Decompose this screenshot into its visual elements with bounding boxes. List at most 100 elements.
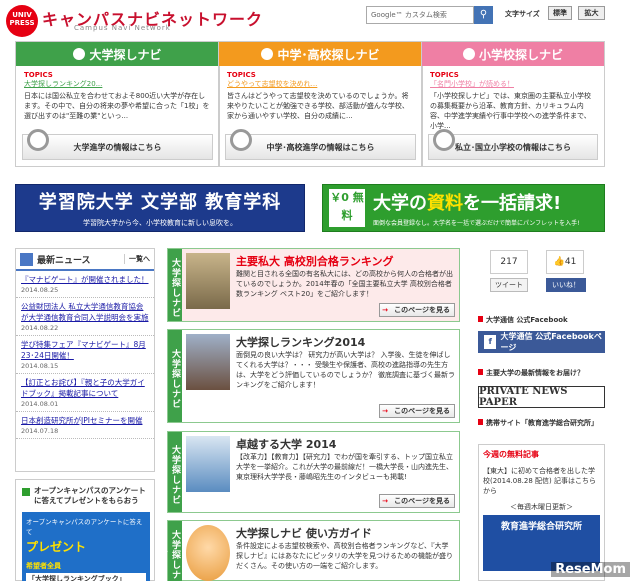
topic-body: 日本には国公私立を合わせておよそ800近い大学が存在します。その中で、自分の将来… — [24, 92, 210, 120]
news-text[interactable]: 学び特集フェア『マナビゲート』8月23･24日開催！ — [21, 339, 149, 361]
news-text[interactable]: 【訂正とお詫び】『親と子の大学ガイドブック』掲載記事について — [21, 377, 149, 399]
card-body: 条件設定による志望校検索や、高校別合格者ランキングなど、『大学探しナビ』にはあな… — [236, 542, 453, 570]
university-info-button[interactable]: 大学進学の情報はこちら — [22, 129, 213, 160]
button-label: 大学進学の情報はこちら — [73, 142, 162, 152]
button-label: 中学･高校進学の情報はこちら — [266, 142, 375, 152]
mascot-image — [186, 525, 230, 581]
see-page-button[interactable]: このページを見る — [379, 494, 455, 508]
mobile-section: 携帯サイト「教育進学総合研究所」 — [478, 418, 605, 428]
brochure-request-banner[interactable]: ￥0 無料 大学の資料を一括請求! 面倒な会員登録なし。大学名を一括で選ぶだけで… — [322, 184, 605, 232]
font-size-label: 文字サイズ — [505, 10, 540, 18]
tweet-button[interactable]: ツイート — [490, 278, 528, 292]
magnifier-icon — [230, 129, 252, 151]
face-icon — [462, 48, 475, 60]
site-logo-subtitle: Campus Navi Network — [74, 24, 171, 32]
panel-highschool-header[interactable]: 中学･高校探しナビ — [219, 42, 422, 66]
search-input[interactable]: Google™ カスタム検索 — [366, 6, 474, 24]
card-title[interactable]: 大学探しナビ 使い方ガイド — [236, 525, 372, 541]
private-news-paper-banner[interactable]: PRIVATE NEWS PAPER — [478, 386, 605, 408]
update-note: ＜毎週木曜日更新＞ — [510, 503, 573, 511]
ad-line: 希望者全員 — [26, 562, 61, 570]
campaign-ad[interactable]: オープンキャンパスのアンケートに答えて プレゼント 希望者全員 「大学探しランキ… — [22, 512, 150, 581]
watermark-logo: ReseMom — [551, 562, 630, 577]
banner-title-a: 大学の — [373, 193, 427, 214]
feature-card: 大学探しナビ 大学探しナビ 使い方ガイド 条件設定による志望校検索や、高校別合格… — [157, 520, 460, 581]
see-page-button[interactable]: このページを見る — [379, 404, 455, 418]
news-header: 最新ニュース 一覧へ — [16, 249, 154, 271]
topic-body: 皆さんはどうやって志望校を決めているのでしょうか。将来やりたいことが勉強できる学… — [227, 92, 409, 120]
news-more-link[interactable]: 一覧へ — [124, 254, 150, 264]
panel-university-header[interactable]: 大学探しナビ — [16, 42, 219, 66]
topic-body: 「小学校探しナビ」では、東京圏の主要私立小学校の募集概要から沿革、教育方針、カリ… — [430, 92, 591, 130]
free-article-text[interactable]: 【東大】に初めて合格者を出した学校(2014.08.28 配信) 記事はこちらか… — [483, 466, 600, 496]
search-icon: ⚲ — [479, 9, 488, 20]
like-count: 👍41 — [546, 250, 584, 274]
vertical-tab[interactable]: 大学探しナビ — [168, 432, 182, 512]
thumbnail-image — [186, 334, 230, 390]
facebook-section: 大学通信 公式Facebook f 大学通信 公式Facebookページ — [478, 315, 605, 353]
news-date: 2014.07.18 — [21, 427, 59, 435]
card-title[interactable]: 主要私大 高校別合格ランキング — [236, 253, 394, 269]
vertical-tab[interactable]: 大学探しナビ — [157, 521, 182, 581]
topics-label: TOPICS — [227, 71, 256, 79]
news-title: 最新ニュース — [37, 255, 91, 266]
news-item[interactable]: 日本創造研究所がJPIセミナーを開催 2014.07.18 — [16, 412, 154, 439]
news-date: 2014.08.15 — [21, 362, 59, 370]
news-text[interactable]: 日本創造研究所がJPIセミナーを開催 — [21, 415, 149, 426]
topic-link[interactable]: 「名門小学校」が読める！ — [422, 79, 604, 89]
banner-title-c: を一括請求! — [463, 193, 562, 214]
elementary-info-button[interactable]: 私立･国立小学校の情報はこちら — [428, 129, 598, 160]
see-page-button[interactable]: このページを見る — [379, 303, 455, 317]
free-article-box: 今週の無料記事 【東大】に初めて合格者を出した学校(2014.08.28 配信)… — [478, 444, 605, 581]
banner-title: 学習院大学 文学部 教育学科 — [38, 192, 282, 213]
open-campus-campaign: オープンキャンパスのアンケートに答えてプレゼントをもらおう オープンキャンパスの… — [15, 479, 155, 581]
section-heading: 携帯サイト「教育進学総合研究所」 — [478, 418, 605, 428]
ad-line: オープンキャンパスのアンケートに答えて — [26, 518, 143, 536]
like-count-value: 41 — [564, 257, 577, 267]
banner-label: 大学通信 公式Facebookページ — [500, 332, 602, 352]
news-item[interactable]: 学び特集フェア『マナビゲート』8月23･24日開催！ 2014.08.15 — [16, 336, 154, 374]
magnifier-icon — [27, 129, 49, 151]
thumbnail-image — [186, 253, 230, 309]
magnifier-icon — [433, 129, 455, 151]
vertical-tab[interactable]: 大学探しナビ — [168, 330, 182, 422]
topic-link[interactable]: どうやって志望校を決めれ... — [219, 79, 422, 89]
font-standard-button[interactable]: 標準 — [548, 6, 572, 20]
free-badge: ￥0 無料 — [329, 189, 365, 227]
thumbs-up-icon: 👍 — [553, 257, 565, 267]
card-body: 面倒見の良い大学は？ 研究力が高い大学は？ 入学後、生徒を伸ばしてくれる大学は？… — [236, 351, 456, 389]
facebook-page-banner[interactable]: f 大学通信 公式Facebookページ — [478, 331, 605, 353]
card-title[interactable]: 卓越する大学 2014 — [236, 436, 336, 452]
news-text[interactable]: 『マナビゲート』が開催されました！ — [21, 274, 149, 285]
panel-university: 大学探しナビ TOPICS 大学探しランキング20... 日本には国公私立を合わ… — [15, 41, 220, 167]
card-body: 【改革力】【教育力】【研究力】でわが国を牽引する、トップ国立私立大学を一挙紹介。… — [236, 453, 453, 481]
face-icon — [261, 48, 274, 60]
panel-elementary: 小学校探しナビ TOPICS 「名門小学校」が読める！ 「小学校探しナビ」では、… — [421, 41, 605, 167]
panel-elementary-header[interactable]: 小学校探しナビ — [422, 42, 604, 66]
font-large-button[interactable]: 拡大 — [578, 6, 605, 20]
free-article-label: 今週の無料記事 — [483, 450, 539, 459]
topics-label: TOPICS — [24, 71, 53, 79]
topic-link[interactable]: 大学探しランキング20... — [16, 79, 219, 89]
banner-title-b: 資料 — [427, 193, 463, 214]
logo-badge[interactable]: UNIV PRESS — [6, 5, 38, 37]
news-date: 2014.08.01 — [21, 400, 59, 408]
checkbox-icon — [20, 252, 33, 266]
news-item[interactable]: 『マナビゲート』が開催されました！ 2014.08.25 — [16, 271, 154, 298]
news-item[interactable]: 【訂正とお詫び】『親と子の大学ガイドブック』掲載記事について 2014.08.01 — [16, 374, 154, 412]
news-date: 2014.08.22 — [21, 324, 59, 332]
campaign-title: オープンキャンパスのアンケートに答えてプレゼントをもらおう — [16, 480, 154, 506]
search-button[interactable]: ⚲ — [474, 6, 493, 24]
panel-title: 小学校探しナビ — [478, 47, 563, 62]
survey-section: 主要大学の最新情報をお届け？ PRIVATE NEWS PAPER — [478, 368, 605, 408]
card-title[interactable]: 大学探しランキング2014 — [236, 334, 365, 350]
news-text[interactable]: 公益財団法人 私立大学通信教育協会が大学通信教育合同入学説明会を実施 — [21, 301, 149, 323]
highschool-info-button[interactable]: 中学･高校進学の情報はこちら — [225, 129, 416, 160]
news-item[interactable]: 公益財団法人 私立大学通信教育協会が大学通信教育合同入学説明会を実施 2014.0… — [16, 298, 154, 336]
gakushuin-banner[interactable]: 学習院大学 文学部 教育学科 学習院大学から今、小学校教育に新しい息吹を。 — [15, 184, 305, 232]
facebook-like-button[interactable]: いいね！ — [546, 278, 586, 292]
feature-card: 大学探しナビ 卓越する大学 2014 【改革力】【教育力】【研究力】でわが国を牽… — [167, 431, 460, 513]
banner-subtitle: 面倒な会員登録なし。大学名を一括で選ぶだけで簡単にパンフレットを入手! — [373, 220, 580, 227]
panel-highschool: 中学･高校探しナビ TOPICS どうやって志望校を決めれ... 皆さんはどうや… — [218, 41, 423, 167]
vertical-tab[interactable]: 大学探しナビ — [168, 249, 182, 321]
